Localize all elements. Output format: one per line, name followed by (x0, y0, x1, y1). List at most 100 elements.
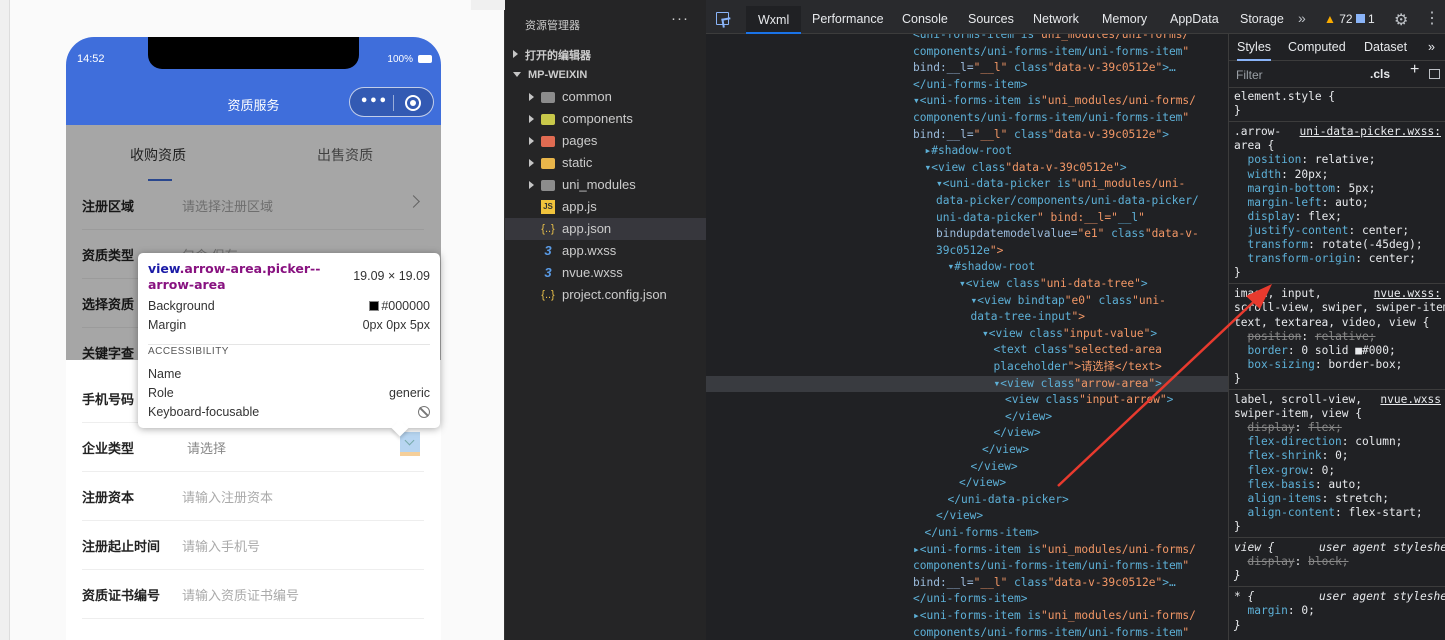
file-item[interactable]: {..} app.json (505, 218, 706, 240)
dom-tree-line[interactable]: ▾<view class"input-value"> (982, 326, 1157, 343)
dom-tree-line[interactable]: ▸<uni-forms-item is"uni_modules/uni-form… (913, 608, 1196, 625)
dom-tree-line[interactable]: bindupdatemodelvalue="e1" class"data-v- (936, 226, 1199, 243)
file-item[interactable]: {..} project.config.json (505, 284, 706, 306)
warnings-badge[interactable]: ▲ 72 (1324, 12, 1353, 26)
dom-tree-line[interactable]: </uni-forms-item> (913, 591, 1028, 608)
dom-tree-line[interactable]: </view> (994, 425, 1041, 442)
devtools-tab-storage[interactable]: Storage (1240, 12, 1284, 26)
dom-tree-line[interactable]: <text class"selected-area (994, 342, 1162, 359)
period-input[interactable]: 请输入手机号 (182, 536, 260, 555)
dom-tree-line[interactable]: </view> (936, 508, 983, 525)
css-declaration[interactable]: flex-shrink: 0; (1234, 449, 1348, 463)
project-section[interactable]: MP-WEIXIN (513, 69, 587, 81)
dom-tree-line[interactable]: components/uni-forms-item/uni-forms-item… (913, 110, 1189, 127)
css-declaration[interactable]: box-sizing: border-box; (1234, 358, 1402, 372)
css-selector[interactable]: } (1234, 569, 1241, 583)
css-selector[interactable]: element.style { (1234, 90, 1335, 104)
css-selector[interactable]: swiper-item, view { (1234, 407, 1362, 421)
dom-tree-line[interactable]: ▾<view class"uni-data-tree"> (959, 276, 1148, 293)
css-selector[interactable]: area { (1234, 139, 1274, 153)
css-selector[interactable]: .arrow-uni-data-picker.wxss: (1234, 125, 1445, 139)
dom-tree-line[interactable]: bind:__l="__l" class"data-v-39c0512e">… (913, 575, 1176, 592)
file-item[interactable]: 3 app.wxss (505, 240, 706, 262)
dom-tree-line[interactable]: </view> (982, 442, 1029, 459)
css-selector[interactable]: text, textarea, video, view { (1234, 316, 1429, 330)
css-declaration[interactable]: justify-content: center; (1234, 224, 1409, 238)
dom-tree-line[interactable]: ▾<view class"arrow-area"> (706, 375, 1228, 393)
more-tabs-icon[interactable]: » (1298, 10, 1306, 26)
file-item[interactable]: 3 nvue.wxss (505, 262, 706, 284)
gear-icon[interactable]: ⚙ (1394, 10, 1408, 30)
css-declaration[interactable]: width: 20px; (1234, 168, 1328, 182)
css-selector[interactable]: view {user agent stylesheet (1234, 541, 1445, 555)
dom-tree-line[interactable]: bind:__l="__l" class"data-v-39c0512e">… (913, 60, 1176, 77)
form-row-company-type[interactable]: 企业类型 请选择 (82, 423, 424, 472)
more-actions-icon[interactable]: ··· (671, 10, 689, 27)
css-declaration[interactable]: margin-left: auto; (1234, 196, 1368, 210)
css-declaration[interactable]: position: relative; (1234, 330, 1375, 344)
dom-tree-line[interactable]: ▾<uni-data-picker is"uni_modules/uni- (936, 176, 1185, 193)
dom-tree-line[interactable]: </uni-forms-item> (913, 77, 1028, 94)
dom-tree-line[interactable]: data-tree-input"> (971, 309, 1086, 326)
css-declaration[interactable]: margin-bottom: 5px; (1234, 182, 1375, 196)
devtools-tab-console[interactable]: Console (902, 12, 948, 26)
tab-computed[interactable]: Computed (1288, 40, 1346, 54)
cls-button[interactable]: .cls (1370, 67, 1390, 81)
dom-tree-line[interactable]: ▾<view class"data-v-39c0512e"> (925, 160, 1127, 177)
tab-styles[interactable]: Styles (1237, 40, 1272, 62)
css-selector[interactable]: image, input, nvue.wxss: (1234, 287, 1445, 301)
dom-tree-line[interactable]: </uni-data-picker> (948, 492, 1069, 509)
dom-tree-line[interactable]: uni-data-picker" bind:__l="__l" (936, 210, 1145, 227)
close-capsule-icon[interactable] (405, 95, 421, 111)
css-selector[interactable]: * {user agent stylesheet (1234, 590, 1445, 604)
file-item[interactable]: JS app.js (505, 196, 706, 218)
dom-tree-line[interactable]: <view class"input-arrow"> (1005, 392, 1173, 409)
source-link[interactable]: uni-data-picker.wxss: (1300, 125, 1441, 139)
dom-tree-line[interactable]: ▾#shadow-root (948, 259, 1036, 276)
cert-number-input[interactable]: 请输入资质证书编号 (182, 585, 299, 604)
source-link[interactable]: nvue.wxss: (1374, 287, 1441, 301)
miniprogram-capsule[interactable]: ••• (349, 87, 434, 117)
dom-tree-line[interactable]: </uni-forms-item> (925, 525, 1040, 542)
dom-tree-line[interactable]: ▸#shadow-root (925, 143, 1013, 160)
css-declaration[interactable]: display: flex; (1234, 421, 1341, 435)
css-declaration[interactable]: flex-basis: auto; (1234, 478, 1362, 492)
open-editors-section[interactable]: 打开的编辑器 (513, 47, 591, 63)
issues-badge[interactable]: 1 (1356, 12, 1375, 26)
kebab-menu-icon[interactable]: ⋮ (1424, 8, 1440, 28)
file-item[interactable]: static (505, 152, 706, 174)
dom-tree-line[interactable]: </view> (959, 475, 1006, 492)
filter-input[interactable]: Filter (1236, 68, 1263, 82)
dom-tree-line[interactable]: data-picker/components/uni-data-picker/ (936, 193, 1199, 210)
elements-tree[interactable]: ··· <uni-forms-item is"uni_modules/uni-f… (706, 34, 1228, 640)
dom-tree-line[interactable]: bind:__l="__l" class"data-v-39c0512e"> (913, 127, 1169, 144)
css-selector[interactable]: } (1234, 104, 1241, 118)
add-rule-icon[interactable]: + (1410, 61, 1419, 77)
css-declaration[interactable]: margin: 0; (1234, 604, 1314, 618)
dom-tree-line[interactable]: ▾<uni-forms-item is"uni_modules/uni-form… (913, 93, 1196, 110)
dom-tree-line[interactable]: </view> (1005, 409, 1052, 426)
devtools-tab-network[interactable]: Network (1033, 12, 1079, 26)
file-item[interactable]: uni_modules (505, 174, 706, 196)
css-declaration[interactable]: transform: rotate(-45deg); (1234, 238, 1422, 252)
css-selector[interactable]: } (1234, 619, 1241, 633)
css-selector[interactable]: label, scroll-view, nvue.wxss (1234, 393, 1445, 407)
devtools-tab-wxml[interactable]: Wxml (746, 6, 802, 34)
css-declaration[interactable]: flex-direction: column; (1234, 435, 1402, 449)
dom-tree-line[interactable]: ▸<uni-forms-item is"uni_modules/uni-form… (913, 542, 1196, 559)
css-declaration[interactable]: align-content: flex-start; (1234, 506, 1422, 520)
capital-input[interactable]: 请输入注册资本 (182, 487, 273, 506)
element-picker-icon[interactable] (716, 12, 729, 25)
file-item[interactable]: pages (505, 130, 706, 152)
file-item[interactable]: components (505, 108, 706, 130)
toggle-sidebar-icon[interactable] (1429, 69, 1440, 79)
more-styles-tabs-icon[interactable]: » (1428, 40, 1435, 54)
css-declaration[interactable]: display: block; (1234, 555, 1348, 569)
css-selector[interactable]: } (1234, 266, 1241, 280)
company-type-picker[interactable]: 请选择 (187, 438, 226, 457)
dom-tree-line[interactable]: 39c0512e"> (936, 243, 1003, 260)
dom-tree-line[interactable]: <uni-forms-item is"uni_modules/uni-forms… (913, 34, 1189, 44)
dom-tree-line[interactable]: </view> (971, 459, 1018, 476)
dom-tree-line[interactable]: components/uni-forms-item/uni-forms-item… (913, 625, 1189, 640)
devtools-tab-performance[interactable]: Performance (812, 12, 884, 26)
